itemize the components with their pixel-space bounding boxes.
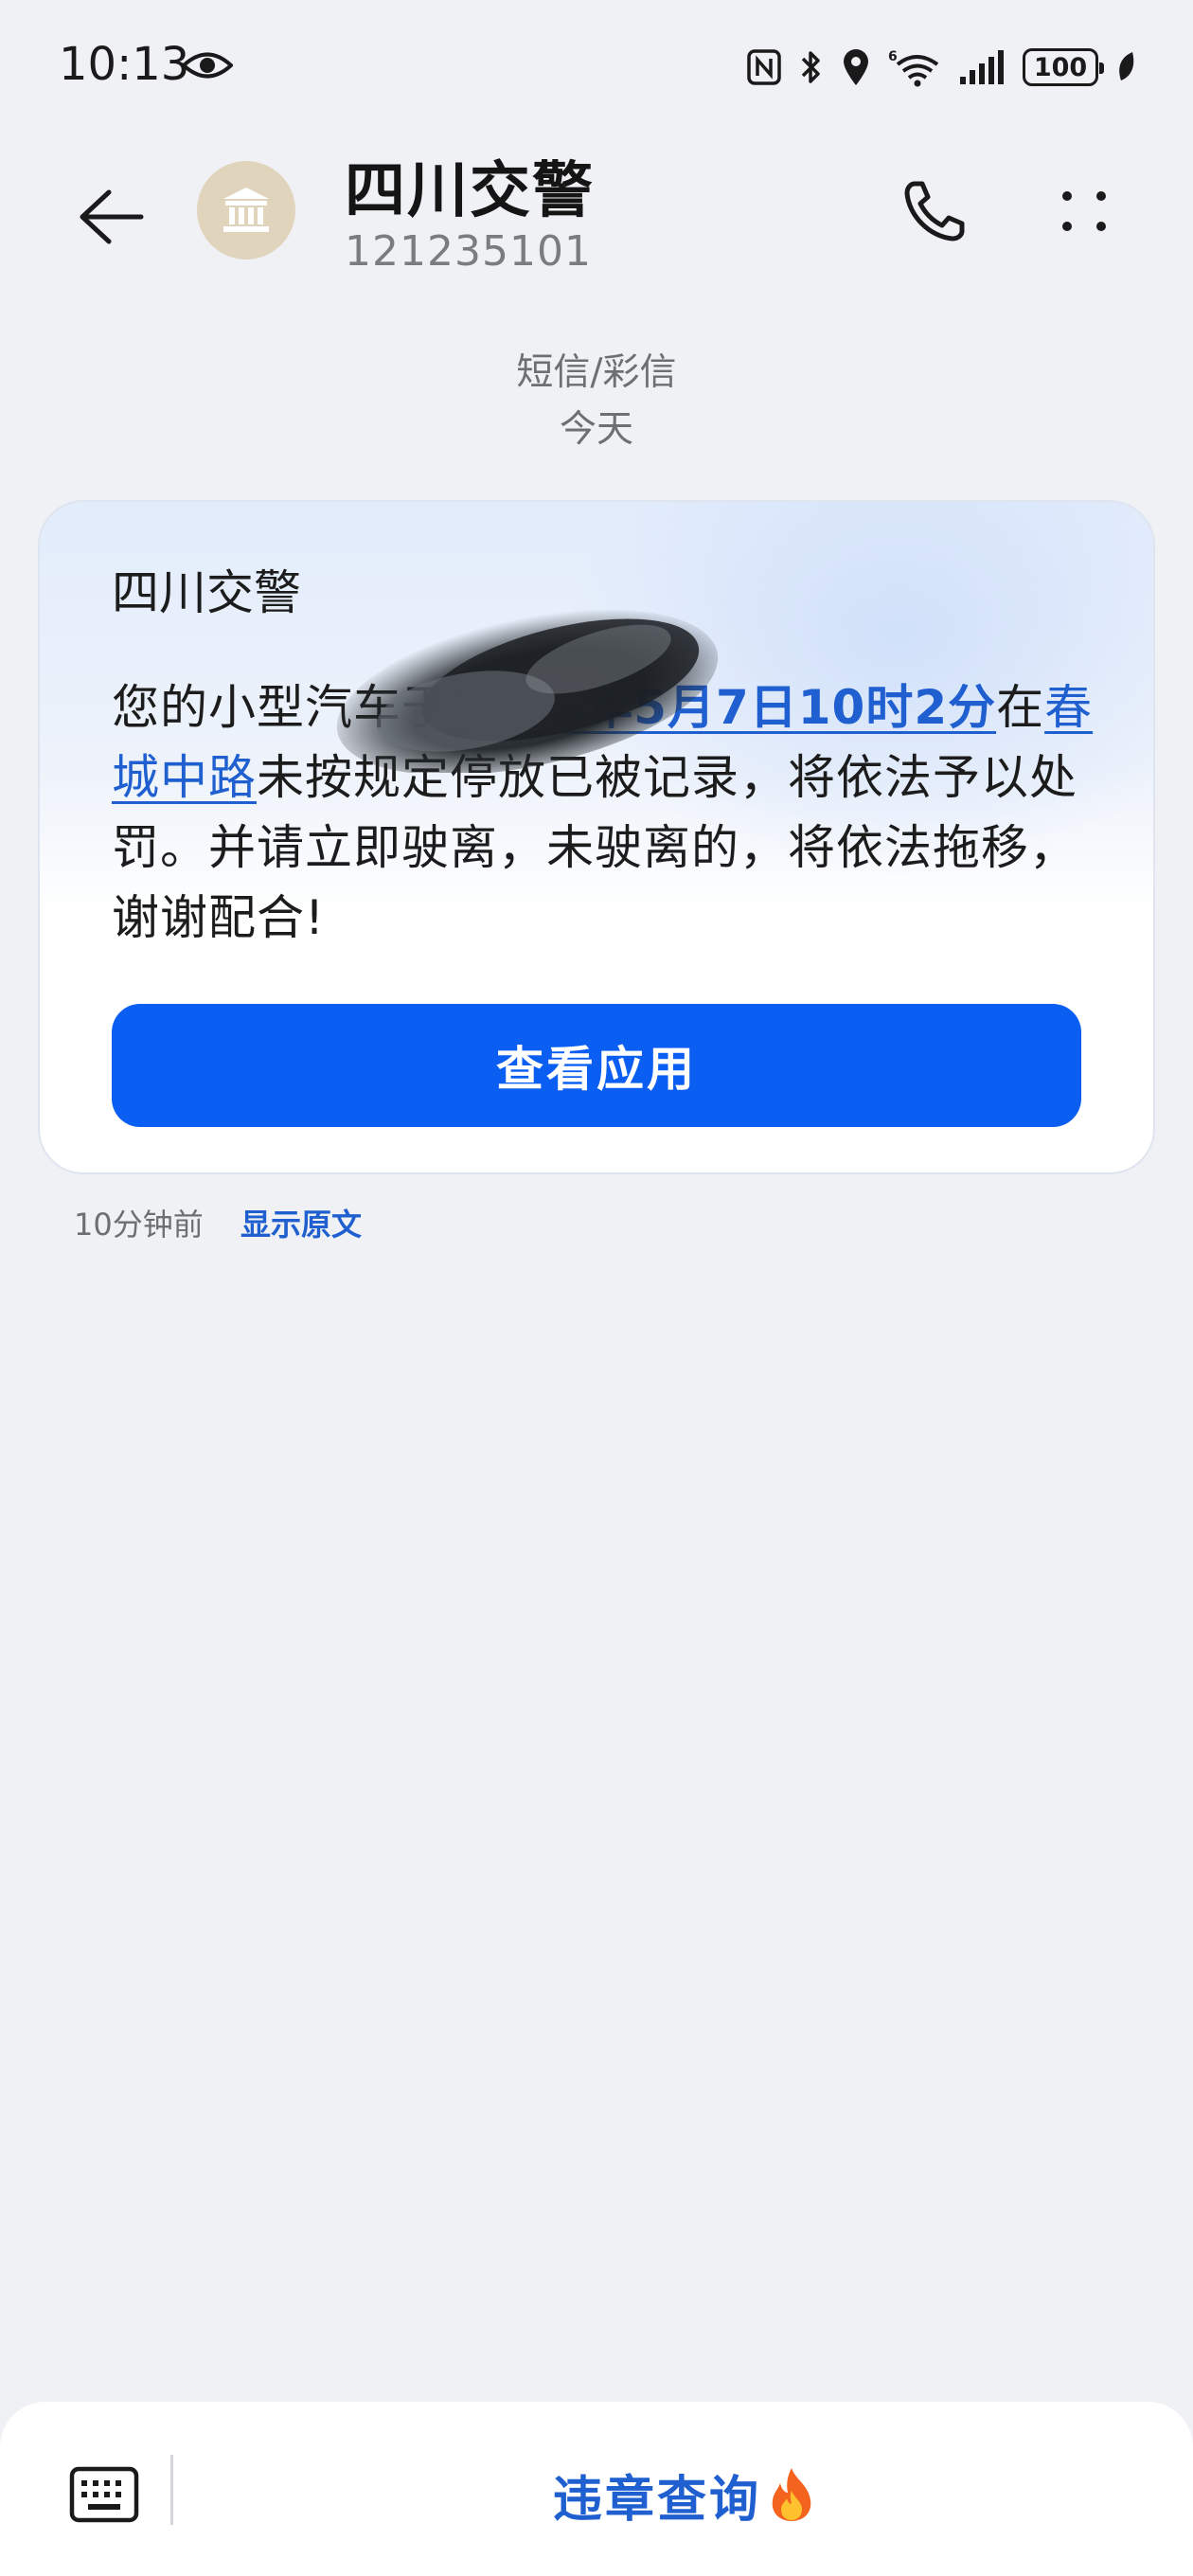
card-sender: 四川交警 <box>112 565 301 620</box>
svg-text:6: 6 <box>888 49 898 64</box>
keyboard-button[interactable] <box>64 2455 144 2534</box>
signal-icon <box>958 48 1006 86</box>
bluetooth-icon <box>799 47 824 87</box>
redaction-scribble <box>336 609 719 773</box>
battery-icon: 100 <box>1023 48 1104 86</box>
date-label: 今天 <box>559 408 633 451</box>
wifi-6-icon: 6 <box>888 47 941 87</box>
status-time: 10:13 <box>59 38 190 91</box>
battery-level: 100 <box>1033 52 1088 82</box>
status-icons: 6 100 <box>746 45 1136 89</box>
contact-number: 121235101 <box>345 227 592 276</box>
conversation-header: 四川交警 121235101 <box>0 133 1193 294</box>
body-suffix: 未按规定停放已被记录，将依法予以处罚。并请立即驶离，未驶离的，将依法拖移，谢谢配… <box>112 750 1077 945</box>
violation-query-button[interactable]: 违章查询 <box>553 2455 816 2534</box>
back-arrow-icon <box>80 189 144 244</box>
view-app-button[interactable]: 查看应用 <box>112 1004 1081 1127</box>
fire-icon <box>767 2466 816 2523</box>
bottom-divider <box>170 2455 173 2525</box>
status-bar: 10:13 6 100 <box>0 0 1193 133</box>
phone-icon <box>904 181 965 242</box>
call-button[interactable] <box>894 170 975 252</box>
back-button[interactable] <box>68 174 153 259</box>
message-card[interactable]: 四川交警 您的小型汽车于2026年5月7日10时2分在春城中路未按规定停放已被记… <box>38 500 1155 1174</box>
nfc-icon <box>746 48 782 86</box>
contact-name: 四川交警 <box>345 156 595 226</box>
keyboard-icon <box>69 2466 139 2523</box>
show-original-link[interactable]: 显示原文 <box>240 1201 362 1244</box>
avatar[interactable] <box>197 161 295 259</box>
body-mid: 在 <box>996 680 1045 735</box>
eye-icon <box>181 49 234 85</box>
more-dots-icon <box>1062 191 1106 231</box>
message-type-label: 短信/彩信 <box>516 351 677 394</box>
message-time-ago: 10分钟前 <box>74 1207 204 1243</box>
more-options-button[interactable] <box>1043 170 1125 252</box>
violation-query-label: 违章查询 <box>553 2471 762 2529</box>
bottom-bar: 违章查询 <box>0 2402 1193 2576</box>
government-building-icon <box>223 188 269 232</box>
leaf-icon <box>1115 50 1136 84</box>
location-icon <box>841 47 871 87</box>
